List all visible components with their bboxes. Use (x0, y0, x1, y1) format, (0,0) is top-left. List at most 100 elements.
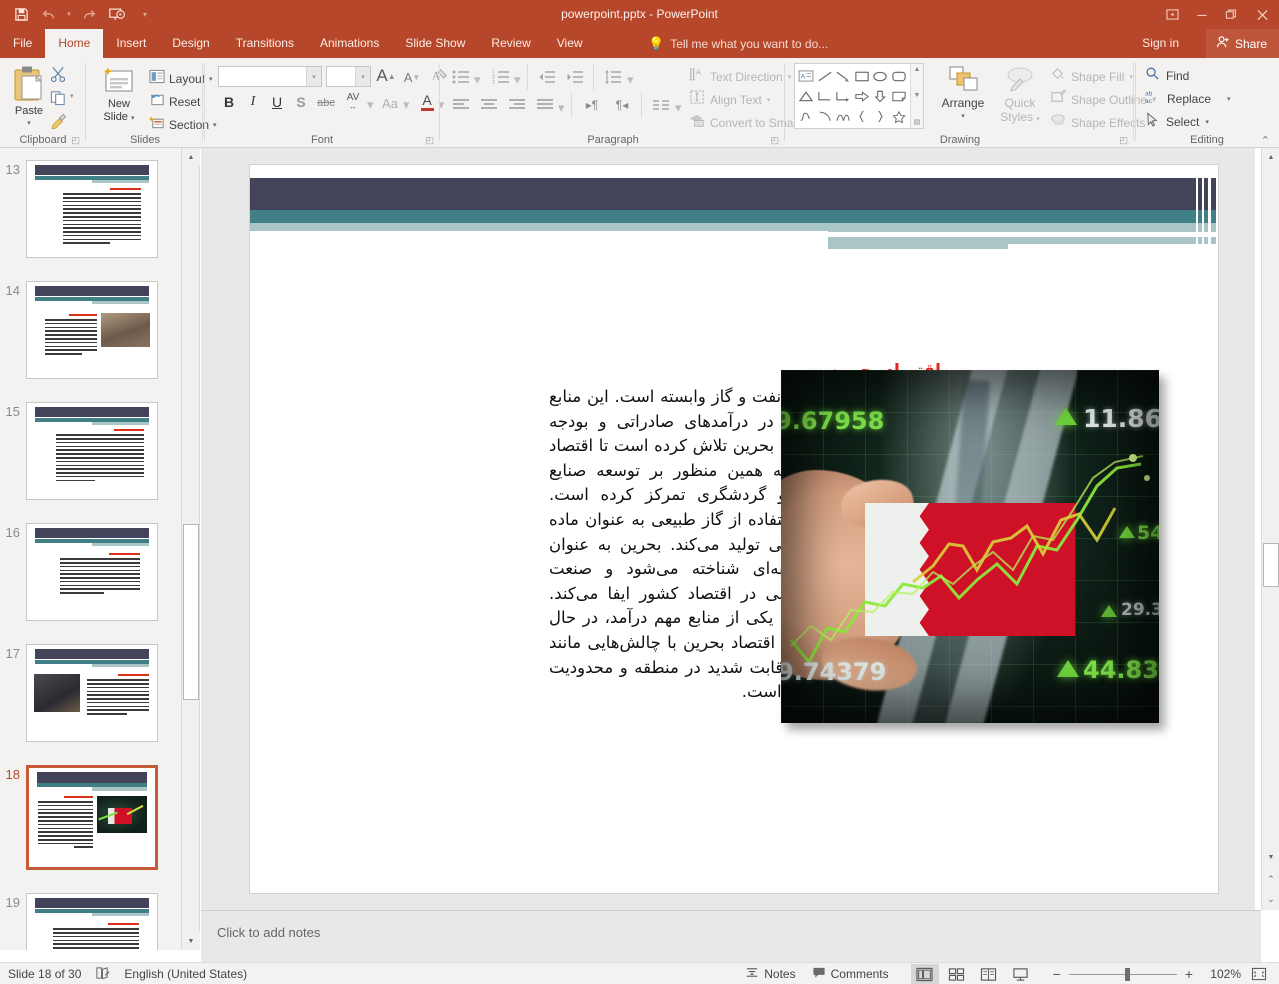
replace-button[interactable]: ab ac Replace ▾ (1145, 89, 1231, 109)
tab-design[interactable]: Design (159, 29, 222, 58)
shape-scribble-icon[interactable] (797, 106, 816, 126)
reset-button[interactable]: Reset (149, 91, 200, 113)
change-case-button[interactable]: Aa (378, 93, 402, 113)
share-button[interactable]: Share (1205, 29, 1279, 58)
font-size-dropdown-icon[interactable]: ▾ (355, 67, 370, 86)
maximize-restore-icon[interactable] (1216, 0, 1245, 29)
character-spacing-button[interactable]: AV ↔ (340, 91, 366, 113)
slide-editor-area[interactable]: اقتصاد بحرین اقتصاد بحرین عمدتاً به نفت … (201, 148, 1255, 910)
zoom-percentage[interactable]: 102% (1201, 967, 1241, 981)
font-name-dropdown-icon[interactable]: ▾ (306, 67, 321, 86)
columns-dropdown-icon[interactable]: ▾ (675, 100, 682, 116)
thumbnail-preview[interactable] (26, 160, 158, 258)
format-painter-button[interactable] (50, 112, 68, 134)
align-left-button[interactable] (449, 94, 473, 116)
notes-pane[interactable]: Click to add notes (201, 910, 1261, 962)
thumbnail-slide-17[interactable]: 17 (0, 644, 181, 742)
thumbnail-slide-18[interactable]: 18 (0, 765, 181, 870)
strikethrough-button[interactable]: abc (314, 93, 338, 113)
shape-arc-icon[interactable] (834, 106, 853, 126)
shape-oval-icon[interactable] (871, 66, 890, 86)
slide-scrollbar-thumb[interactable] (1263, 543, 1279, 587)
paragraph-dialog-launcher[interactable]: ◰ (770, 135, 779, 146)
ribbon-display-options-icon[interactable] (1158, 0, 1187, 29)
tab-review[interactable]: Review (478, 29, 543, 58)
reading-view-button[interactable] (975, 964, 1003, 984)
tab-slide-show[interactable]: Slide Show (392, 29, 478, 58)
shape-curve-icon[interactable] (816, 106, 835, 126)
thumbnail-slide-13[interactable]: 13 (0, 160, 181, 258)
collapse-ribbon-icon[interactable]: ⌃ (1261, 134, 1270, 147)
thumbnail-preview[interactable] (26, 644, 158, 742)
underline-button[interactable]: U (266, 91, 288, 113)
shape-elbow-connector-icon[interactable] (816, 86, 835, 106)
shape-line-icon[interactable] (816, 66, 835, 86)
line-spacing-button[interactable] (601, 66, 625, 88)
shape-star-icon[interactable] (890, 106, 909, 126)
slide-scroll-down-icon[interactable]: ▼ (1262, 848, 1279, 866)
shape-rectangle-icon[interactable] (853, 66, 872, 86)
shape-rounded-rect-icon[interactable] (890, 66, 909, 86)
language-indicator[interactable]: English (United States) (124, 967, 247, 981)
tab-insert[interactable]: Insert (103, 29, 159, 58)
columns-button[interactable] (649, 94, 673, 116)
rtl-text-direction-button[interactable]: ¶◂ (609, 94, 635, 116)
change-case-dropdown-icon[interactable]: ▾ (403, 97, 410, 113)
thumbnail-preview[interactable] (26, 523, 158, 621)
spell-check-icon[interactable] (95, 966, 110, 983)
ltr-text-direction-button[interactable]: ▸¶ (579, 94, 605, 116)
shape-textbox-icon[interactable]: A (797, 66, 816, 86)
shape-triangle-icon[interactable] (797, 86, 816, 106)
bold-button[interactable]: B (218, 91, 240, 113)
fit-slide-to-window-button[interactable] (1245, 964, 1273, 984)
italic-button[interactable]: I (242, 91, 264, 113)
comments-button[interactable]: Comments (806, 964, 895, 984)
current-slide[interactable]: اقتصاد بحرین اقتصاد بحرین عمدتاً به نفت … (249, 164, 1219, 894)
shape-down-arrow-icon[interactable] (871, 86, 890, 106)
char-spacing-dropdown-icon[interactable]: ▾ (367, 97, 374, 113)
shape-right-brace-icon[interactable] (871, 106, 890, 126)
shape-fill-button[interactable]: Shape Fill ▾ (1050, 66, 1133, 87)
copy-button[interactable] (50, 89, 67, 111)
sign-in-button[interactable]: Sign in (1136, 29, 1185, 58)
shapes-scroll-down-icon[interactable]: ▼ (914, 92, 921, 99)
zoom-in-button[interactable]: + (1181, 964, 1197, 984)
justify-button[interactable] (533, 94, 557, 116)
tab-transitions[interactable]: Transitions (223, 29, 307, 58)
font-dialog-launcher[interactable]: ◰ (425, 135, 434, 146)
select-button[interactable]: Select ▾ (1145, 112, 1209, 132)
slide-image-bahrain-economy[interactable]: 9.67958 11.864 54 29.3 44.835 9.74379 (781, 370, 1159, 723)
slide-sorter-view-button[interactable] (943, 964, 971, 984)
tab-home[interactable]: Home (45, 29, 104, 58)
close-icon[interactable] (1245, 0, 1279, 29)
new-slide-button[interactable]: New Slide ▾ (91, 64, 147, 125)
drawing-dialog-launcher[interactable]: ◰ (1119, 135, 1128, 146)
align-text-dropdown-icon[interactable]: ▾ (767, 96, 771, 104)
zoom-slider-handle[interactable] (1124, 968, 1130, 981)
increase-font-size-button[interactable]: A ▲ (374, 65, 398, 87)
numbering-button[interactable]: 123 (489, 66, 513, 88)
thumbnail-scroll-down-icon[interactable]: ▼ (182, 932, 200, 950)
shape-left-brace-icon[interactable] (853, 106, 872, 126)
quick-styles-button[interactable]: Quick Styles ▾ (994, 64, 1046, 124)
align-center-button[interactable] (477, 94, 501, 116)
decrease-font-size-button[interactable]: A ▼ (400, 67, 424, 87)
copy-dropdown-icon[interactable]: ▾ (70, 92, 74, 100)
slide-indicator[interactable]: Slide 18 of 30 (8, 967, 81, 981)
arrange-button[interactable]: Arrange ▾ (934, 64, 992, 120)
find-button[interactable]: Find (1145, 66, 1189, 86)
text-direction-button[interactable]: A Text Direction ▾ (689, 66, 791, 87)
layout-button[interactable]: Layout ▾ (149, 68, 213, 90)
paste-dropdown-icon[interactable]: ▾ (8, 119, 50, 127)
tab-animations[interactable]: Animations (307, 29, 392, 58)
thumbnail-preview-selected[interactable] (26, 765, 158, 870)
shapes-gallery[interactable]: A ▲ ▼ ▤ (794, 63, 924, 129)
font-size-combobox[interactable]: ▾ (326, 66, 371, 87)
replace-dropdown-icon[interactable]: ▾ (1227, 95, 1231, 103)
paste-button[interactable]: Paste ▾ (8, 64, 50, 127)
select-dropdown-icon[interactable]: ▾ (1205, 118, 1209, 126)
thumbnail-slide-14[interactable]: 14 (0, 281, 181, 379)
previous-slide-icon[interactable]: ⌃ (1262, 870, 1279, 888)
increase-indent-button[interactable] (563, 66, 587, 88)
thumbnail-preview[interactable] (26, 281, 158, 379)
